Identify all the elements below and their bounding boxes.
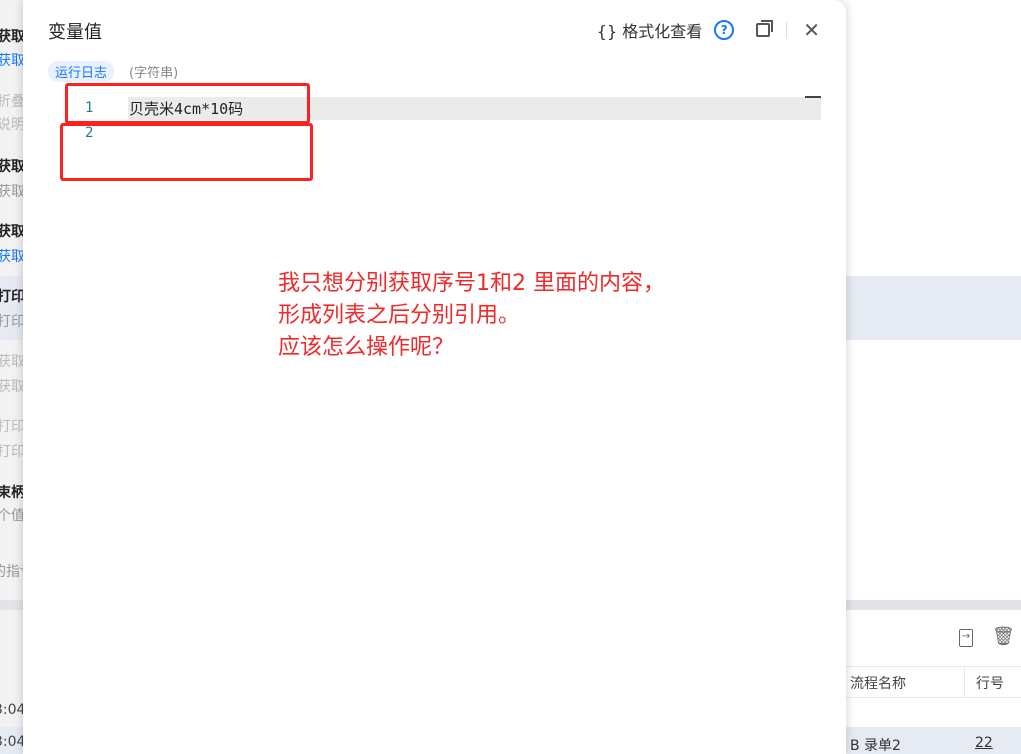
table-row[interactable]: B 录单2 22	[846, 727, 1021, 754]
copy-icon[interactable]	[756, 20, 774, 37]
annotation-box	[60, 123, 313, 181]
source-tag: 运行日志	[48, 61, 115, 82]
step-title[interactable]: 打印	[0, 286, 23, 306]
background-log-panel: → 🗑 流程名称 行号 B 录单2 22	[846, 0, 1021, 754]
step-desc: 获取	[0, 379, 23, 395]
column-header: 行号	[964, 666, 1021, 698]
dialog-title: 变量值	[48, 22, 102, 43]
step-desc: 个值	[0, 508, 23, 524]
log-time: 3:04	[0, 702, 23, 718]
help-icon[interactable]: ?	[714, 20, 735, 40]
line-number-link[interactable]: 22	[975, 735, 993, 751]
step-title[interactable]: 折叠	[0, 91, 23, 111]
close-icon[interactable]: ✕	[803, 18, 820, 42]
step-title[interactable]: 获取	[0, 221, 23, 241]
value-type: (字符串)	[129, 66, 179, 81]
step-desc: 打印	[0, 444, 23, 460]
background-step-list: 获取 获取 折叠 说明 获取 获取 获取 获取 打印 打印 获取 获取 打印 打…	[0, 0, 23, 754]
log-time: 3:04	[0, 734, 23, 750]
annotation-box	[65, 83, 310, 124]
hint-text: 的指令	[0, 564, 23, 580]
collapse-icon[interactable]	[805, 96, 821, 98]
step-desc: 说明	[0, 117, 23, 133]
annotation-line: 应该怎么操作呢？	[278, 335, 455, 360]
column-header: 流程名称	[846, 666, 964, 698]
step-title[interactable]: 获取	[0, 156, 23, 176]
step-title[interactable]: 获取	[0, 351, 23, 371]
annotation-line: 我只想分别获取序号1和2 里面的内容，	[278, 271, 665, 296]
step-title[interactable]: 束柄	[0, 482, 23, 502]
step-title[interactable]: 获取	[0, 26, 23, 46]
step-desc: 获取	[0, 53, 23, 69]
step-desc: 获取	[0, 184, 23, 200]
flow-name: B 录单2	[850, 738, 901, 754]
step-title[interactable]: 打印	[0, 416, 23, 436]
trash-icon[interactable]: 🗑	[992, 626, 1015, 647]
variable-value-dialog: 变量值 {} 格式化查看 ? ✕ 运行日志 (字符串) 1 贝壳米4cm*10码…	[23, 0, 846, 754]
step-desc: 获取	[0, 249, 23, 265]
format-view-button[interactable]: {} 格式化查看	[597, 18, 702, 42]
annotation-text: 我只想分别获取序号1和2 里面的内容， 形成列表之后分别引用。 应该怎么操作呢？	[278, 268, 665, 364]
step-desc: 打印	[0, 314, 23, 330]
divider	[786, 22, 788, 38]
annotation-line: 形成列表之后分别引用。	[278, 303, 521, 328]
export-icon[interactable]: →	[959, 629, 973, 647]
